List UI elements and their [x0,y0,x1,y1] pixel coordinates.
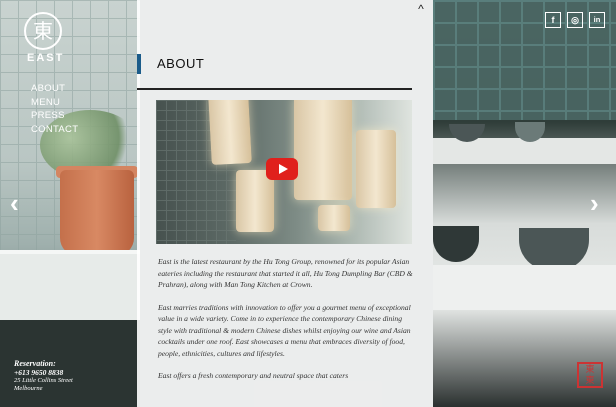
reservation-phone[interactable]: +613 9650 8838 [14,368,73,377]
video-player[interactable] [156,100,412,244]
nav-item-about[interactable]: ABOUT [31,82,78,96]
flower-pot-image [60,170,134,256]
background-right [433,0,616,407]
main-nav: ABOUT MENU PRESS CONTACT [31,82,78,136]
logo-text: EAST [27,52,65,64]
facebook-icon[interactable]: f [545,12,561,28]
about-paragraph: East offers a fresh contemporary and neu… [158,371,349,380]
instagram-icon[interactable]: ◎ [567,12,583,28]
background-left [0,0,140,407]
nav-item-press[interactable]: PRESS [31,109,78,123]
about-paragraph: East is the latest restaurant by the Hu … [158,257,413,289]
reservation-heading: Reservation: [14,359,56,368]
about-copy: East is the latest restaurant by the Hu … [158,256,414,393]
about-panel: ^ ABOUT East is the latest restaurant by… [137,0,433,407]
play-button-icon[interactable] [266,158,298,180]
reservation-info: Reservation: +613 9650 8838 25 Little Co… [14,359,73,393]
accent-bar [137,54,141,74]
nav-item-menu[interactable]: MENU [31,96,78,110]
nav-item-contact[interactable]: CONTACT [31,123,78,137]
about-paragraph: East marries traditions with innovation … [158,302,411,358]
reservation-address-line2: Melbourne [14,385,43,392]
page-title: ABOUT [157,56,205,71]
seal-stamp: 東東 [577,362,603,388]
about-header: ABOUT [137,52,412,90]
linkedin-icon[interactable]: in [589,12,605,28]
next-slide-icon[interactable]: › [590,190,599,216]
logo-icon[interactable]: 東 [24,12,62,50]
collapse-chevron-icon[interactable]: ^ [415,3,427,15]
reservation-address-line1: 25 Little Collins Street [14,377,73,384]
prev-slide-icon[interactable]: ‹ [10,190,19,216]
